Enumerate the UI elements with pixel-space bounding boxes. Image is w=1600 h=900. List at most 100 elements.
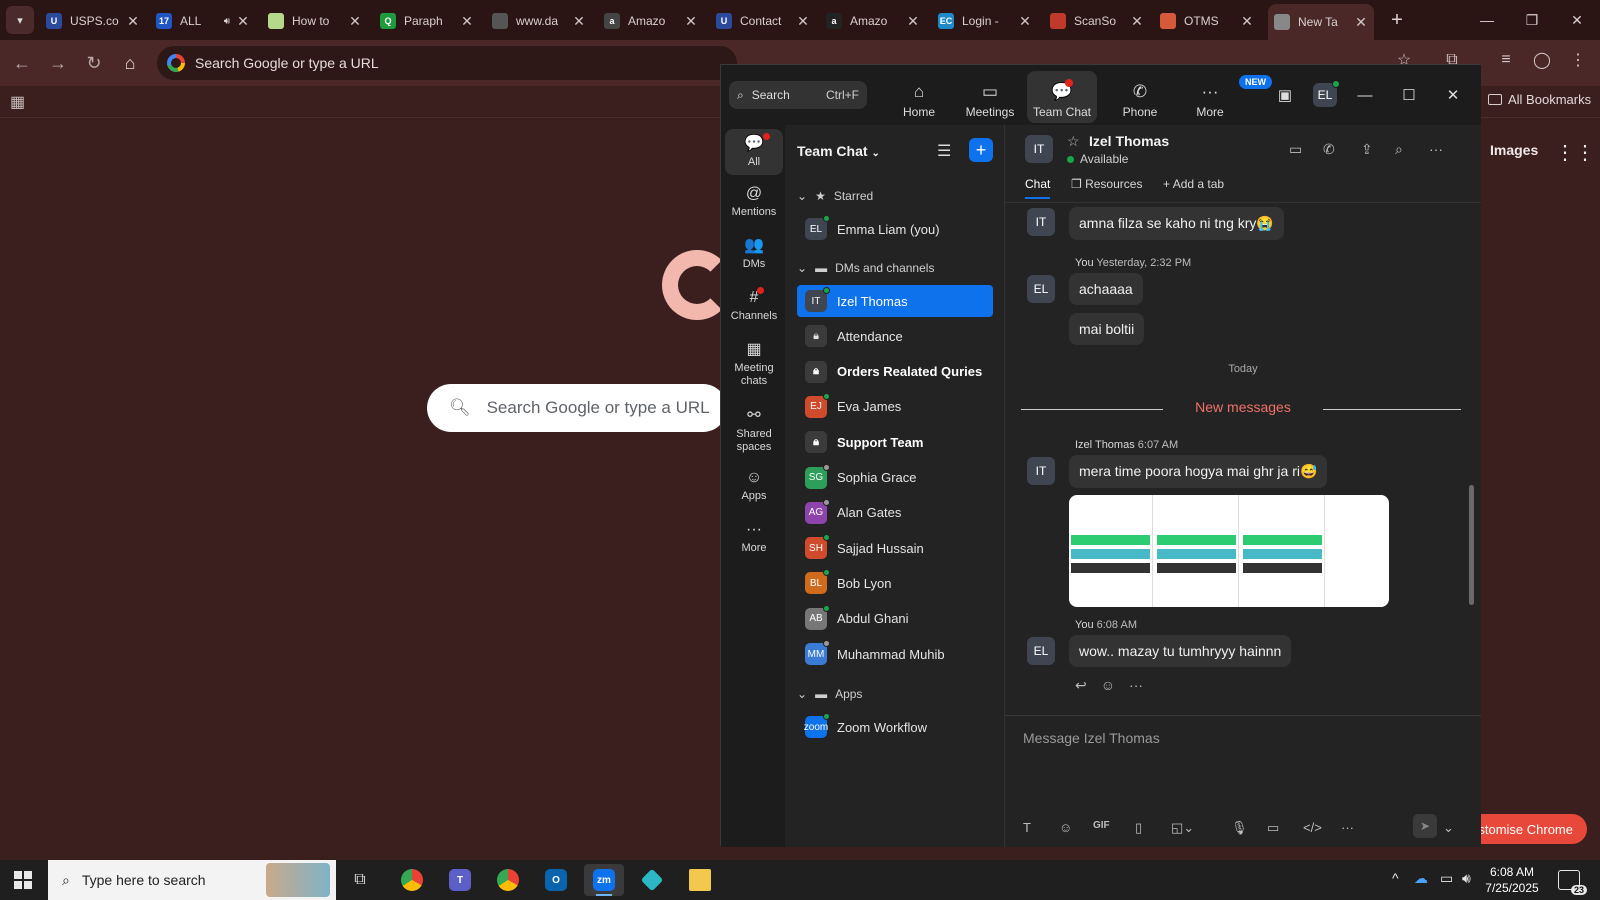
star-icon[interactable]: ☆ bbox=[1067, 133, 1080, 150]
browser-tab[interactable]: OTMS ✕ bbox=[1154, 6, 1260, 36]
sender-avatar[interactable]: IT bbox=[1027, 457, 1055, 485]
close-tab-icon[interactable]: ✕ bbox=[1018, 13, 1032, 30]
message-bubble[interactable]: mai boltii bbox=[1069, 313, 1145, 345]
close-tab-icon[interactable]: ✕ bbox=[1240, 13, 1254, 30]
nav-home[interactable]: ⌂ Home bbox=[884, 71, 954, 123]
nav-more[interactable]: ··· More bbox=[1175, 71, 1245, 123]
home-icon[interactable]: ⌂ bbox=[117, 50, 143, 76]
onedrive-icon[interactable]: ☁ bbox=[1414, 870, 1428, 887]
file-icon[interactable]: ▯ bbox=[1135, 820, 1142, 836]
share-screen-icon[interactable]: ⇪ bbox=[1361, 141, 1373, 158]
taskbar-search-box[interactable]: ⌕ Type here to search bbox=[48, 860, 336, 900]
outlook-taskbar-icon[interactable]: O bbox=[536, 864, 576, 896]
chat-scrollbar[interactable] bbox=[1469, 485, 1474, 605]
close-tab-icon[interactable]: ✕ bbox=[796, 13, 810, 30]
contact-avatar[interactable]: IT bbox=[1025, 135, 1053, 163]
network-icon[interactable]: ▭ bbox=[1440, 870, 1453, 887]
rail-channels[interactable]: # Channels bbox=[725, 287, 783, 323]
close-tab-icon[interactable]: ✕ bbox=[906, 13, 920, 30]
more-icon[interactable]: ··· bbox=[1341, 820, 1354, 835]
section-apps[interactable]: ⌄ ▬ Apps bbox=[797, 687, 862, 701]
new-tab-button[interactable]: + bbox=[1385, 8, 1409, 32]
message-bubble[interactable]: mera time poora hogya mai ghr ja ri😅 bbox=[1069, 455, 1328, 488]
chevron-up-icon[interactable]: ^ bbox=[1392, 870, 1399, 886]
browser-tab[interactable]: ScanSo ✕ bbox=[1044, 6, 1150, 36]
sender-avatar[interactable]: EL bbox=[1027, 275, 1055, 303]
video-call-icon[interactable]: ▭ bbox=[1289, 141, 1302, 158]
rail-more[interactable]: ··· More bbox=[725, 521, 783, 555]
message-composer[interactable]: Message Izel Thomas T ☺ GIF ▯ ◱⌄ 🎙︎ ▭ </… bbox=[1005, 715, 1481, 847]
message-bubble[interactable]: amna filza se kaho ni tng kry😭 bbox=[1069, 207, 1284, 240]
close-tab-icon[interactable]: ✕ bbox=[236, 13, 250, 30]
video-message-icon[interactable]: ▭ bbox=[1267, 820, 1279, 836]
message-bubble[interactable]: wow.. mazay tu tumhryyy hainnn bbox=[1069, 635, 1292, 667]
chevron-down-icon[interactable]: ⌄ bbox=[1443, 820, 1454, 836]
file-explorer-taskbar-icon[interactable] bbox=[680, 864, 720, 896]
section-dms[interactable]: ⌄ ▬ DMs and channels bbox=[797, 261, 934, 275]
chat-item[interactable]: SH Sajjad Hussain bbox=[797, 532, 993, 564]
zoom-search-box[interactable]: ⌕ Search Ctrl+F bbox=[729, 81, 867, 109]
gif-icon[interactable]: GIF bbox=[1093, 820, 1110, 831]
chrome-profile-taskbar-icon[interactable] bbox=[488, 864, 528, 896]
forward-icon[interactable]: → bbox=[45, 50, 71, 76]
chat-item[interactable]: zoom Zoom Workflow bbox=[797, 711, 993, 743]
volume-icon[interactable]: 🔊︎ bbox=[1462, 870, 1471, 887]
browser-tab[interactable]: a Amazo ✕ bbox=[598, 6, 704, 36]
browser-tab[interactable]: EC Login - ✕ bbox=[932, 6, 1038, 36]
rail-all[interactable]: 💬 All bbox=[725, 129, 783, 175]
rail-apps[interactable]: ☺ Apps bbox=[725, 469, 783, 503]
minimize-icon[interactable]: — bbox=[1353, 83, 1377, 107]
chat-item[interactable]: MM Muhammad Muhib bbox=[797, 638, 993, 670]
browser-tab[interactable]: 17 ALL 🔊︎ ✕ bbox=[150, 6, 256, 36]
profile-icon[interactable]: ◯ bbox=[1530, 48, 1554, 72]
close-tab-icon[interactable]: ✕ bbox=[572, 13, 586, 30]
windows-start-icon[interactable] bbox=[14, 871, 32, 889]
close-tab-icon[interactable]: ✕ bbox=[460, 13, 474, 30]
contact-name[interactable]: Izel Thomas bbox=[1089, 133, 1169, 149]
close-icon[interactable]: ✕ bbox=[1441, 83, 1465, 107]
browser-tab[interactable]: U USPS.co ✕ bbox=[40, 6, 146, 36]
task-view-icon[interactable]: ⧉ bbox=[340, 864, 380, 896]
browser-tab[interactable]: How to ✕ bbox=[262, 6, 368, 36]
zoom-taskbar-icon[interactable]: zm bbox=[584, 864, 624, 896]
add-chat-button[interactable]: + bbox=[969, 138, 993, 162]
tab-chat[interactable]: Chat bbox=[1025, 177, 1051, 199]
chat-item[interactable]: EJ Eva James bbox=[797, 391, 993, 423]
chat-item[interactable]: EL Emma Liam (you) bbox=[797, 213, 993, 245]
close-tab-icon[interactable]: ✕ bbox=[684, 13, 698, 30]
nav-meetings[interactable]: ▭ Meetings bbox=[955, 71, 1025, 123]
close-window-button[interactable]: ✕ bbox=[1565, 8, 1589, 32]
tab-add[interactable]: + Add a tab bbox=[1163, 177, 1224, 191]
message-bubble[interactable]: achaaaa bbox=[1069, 273, 1143, 305]
omnibox[interactable]: Search Google or type a URL bbox=[157, 46, 737, 80]
audio-playing-icon[interactable]: 🔊︎ bbox=[224, 16, 230, 27]
chat-item[interactable]: BL Bob Lyon bbox=[797, 567, 993, 599]
minimize-window-button[interactable]: — bbox=[1475, 8, 1499, 32]
channel-item[interactable]: 🔒︎ Attendance bbox=[797, 320, 993, 352]
rail-dms[interactable]: 👥 DMs bbox=[725, 237, 783, 271]
chat-item[interactable]: SG Sophia Grace bbox=[797, 462, 993, 494]
rail-mentions[interactable]: @ Mentions bbox=[725, 185, 783, 219]
browser-tab[interactable]: www.da ✕ bbox=[486, 6, 592, 36]
reload-icon[interactable]: ↻ bbox=[81, 50, 107, 76]
search-icon[interactable]: ⌕ bbox=[1395, 141, 1403, 158]
media-control-icon[interactable]: ≡ bbox=[1494, 48, 1518, 72]
chrome-menu-icon[interactable]: ⋮ bbox=[1566, 48, 1590, 72]
team-chat-title[interactable]: Team Chat ⌄ bbox=[797, 143, 880, 159]
user-avatar[interactable]: EL bbox=[1313, 80, 1340, 107]
close-tab-icon[interactable]: ✕ bbox=[1130, 13, 1144, 30]
format-text-icon[interactable]: T bbox=[1023, 820, 1031, 835]
rail-shared-spaces[interactable]: ⚯ Shared spaces bbox=[725, 407, 783, 454]
section-starred[interactable]: ⌄ ★ Starred bbox=[797, 189, 873, 203]
browser-tab[interactable]: U Contact ✕ bbox=[710, 6, 816, 36]
nav-phone[interactable]: ✆ Phone bbox=[1105, 71, 1175, 123]
more-options-icon[interactable]: ··· bbox=[1429, 141, 1443, 157]
close-tab-icon[interactable]: ✕ bbox=[1354, 14, 1368, 31]
app-taskbar-icon[interactable] bbox=[632, 864, 672, 896]
close-tab-icon[interactable]: ✕ bbox=[348, 13, 362, 30]
chrome-taskbar-icon[interactable] bbox=[392, 864, 432, 896]
back-icon[interactable]: ← bbox=[9, 50, 35, 76]
chat-item[interactable]: IT Izel Thomas bbox=[797, 285, 993, 317]
tab-resources[interactable]: ❐ Resources bbox=[1071, 177, 1142, 191]
microphone-icon[interactable]: 🎙︎ bbox=[1231, 820, 1248, 836]
